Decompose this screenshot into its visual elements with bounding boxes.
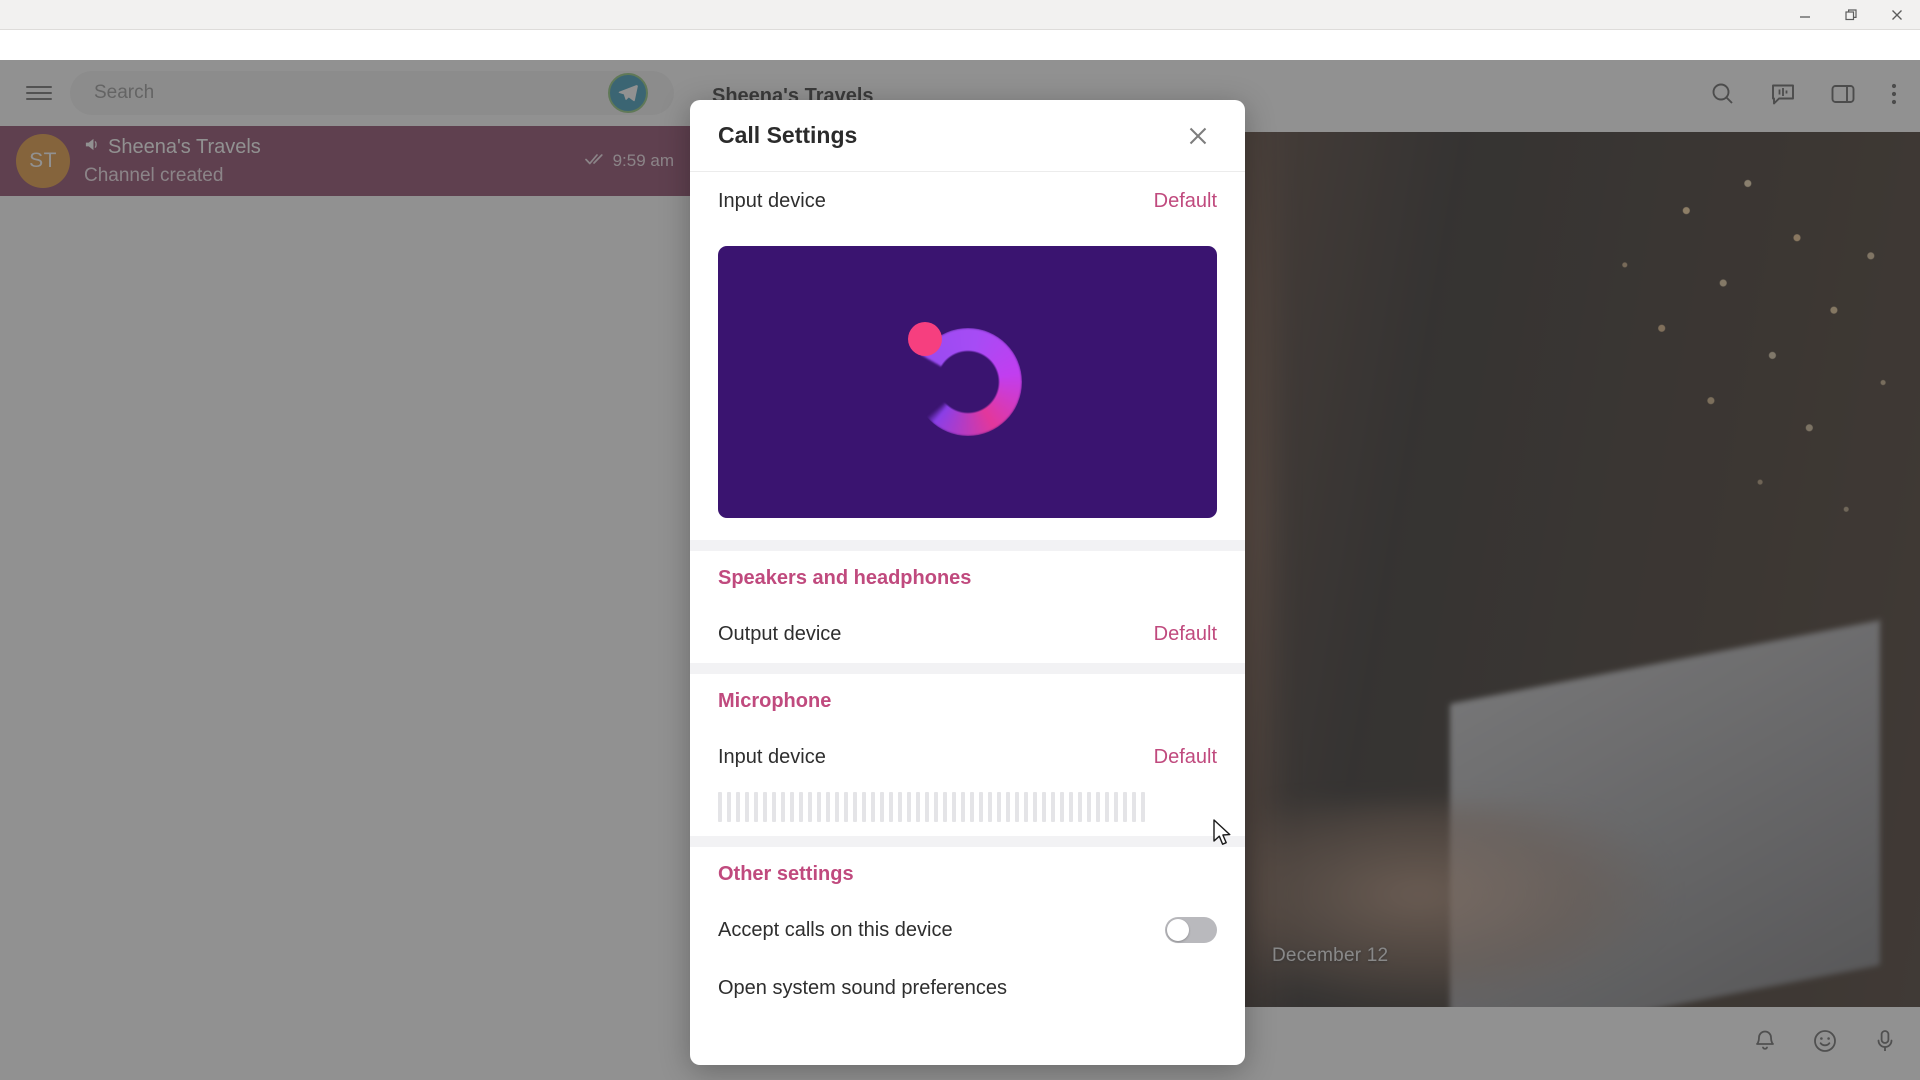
microphone-level-bar xyxy=(1105,792,1109,822)
camera-input-device-label: Input device xyxy=(718,189,826,212)
microphone-level-bar xyxy=(718,792,722,822)
speakers-section-title: Speakers and headphones xyxy=(718,566,972,589)
microphone-level-bar xyxy=(808,792,812,822)
microphone-level-bar xyxy=(1069,792,1073,822)
microphone-level-bar xyxy=(790,792,794,822)
microphone-level-bar xyxy=(853,792,857,822)
microphone-level-bar xyxy=(844,792,848,822)
microphone-level-bar xyxy=(1141,792,1145,822)
microphone-level-bar xyxy=(835,792,839,822)
microphone-level-bar xyxy=(979,792,983,822)
microphone-level-bar xyxy=(961,792,965,822)
microphone-level-meter xyxy=(718,790,1217,824)
microphone-level-bar xyxy=(763,792,767,822)
microphone-level-bar xyxy=(736,792,740,822)
microphone-section-title: Microphone xyxy=(718,689,832,712)
accept-calls-label: Accept calls on this device xyxy=(718,918,953,941)
window-minimize-button[interactable] xyxy=(1782,0,1828,30)
app-body: December 12 Channel created Sheena's Tra… xyxy=(0,30,1920,1080)
camera-input-device-value[interactable]: Default xyxy=(1154,190,1217,213)
microphone-level-bar xyxy=(826,792,830,822)
microphone-level-bar xyxy=(1060,792,1064,822)
microphone-level-bar xyxy=(925,792,929,822)
accept-calls-row[interactable]: Accept calls on this device xyxy=(690,901,1245,959)
microphone-level-bar xyxy=(1078,792,1082,822)
open-sound-preferences-row[interactable]: Open system sound preferences xyxy=(690,959,1245,1017)
microphone-level-bar xyxy=(952,792,956,822)
microphone-level-bar xyxy=(1123,792,1127,822)
microphone-level-bar xyxy=(862,792,866,822)
microphone-level-bar xyxy=(754,792,758,822)
microphone-input-device-value[interactable]: Default xyxy=(1154,746,1217,769)
microphone-level-bar xyxy=(907,792,911,822)
output-device-label: Output device xyxy=(718,622,842,645)
microphone-level-bar xyxy=(1132,792,1136,822)
microphone-input-device-row[interactable]: Input device Default xyxy=(690,728,1245,786)
microphone-level-bar xyxy=(1042,792,1046,822)
microphone-level-bar xyxy=(1033,792,1037,822)
microphone-level-bar xyxy=(898,792,902,822)
microphone-level-bar xyxy=(1015,792,1019,822)
microphone-level-bar xyxy=(916,792,920,822)
microphone-level-bar xyxy=(1024,792,1028,822)
section-divider xyxy=(690,836,1245,847)
accept-calls-toggle[interactable] xyxy=(1165,917,1217,943)
microphone-level-bar xyxy=(1006,792,1010,822)
microphone-level-bar xyxy=(943,792,947,822)
microphone-level-bar xyxy=(817,792,821,822)
microphone-level-bar xyxy=(799,792,803,822)
window-maximize-button[interactable] xyxy=(1828,0,1874,30)
microphone-level-bar xyxy=(727,792,731,822)
microphone-level-bar xyxy=(781,792,785,822)
microphone-level-bar xyxy=(970,792,974,822)
dialog-title: Call Settings xyxy=(718,122,858,148)
microphone-level-bar xyxy=(880,792,884,822)
open-sound-preferences-label[interactable]: Open system sound preferences xyxy=(718,977,1007,1000)
microphone-input-device-label: Input device xyxy=(718,745,826,768)
microphone-level-bar xyxy=(1114,792,1118,822)
microphone-level-bar xyxy=(1051,792,1055,822)
microphone-level-bar xyxy=(934,792,938,822)
other-settings-section-title: Other settings xyxy=(718,862,854,885)
dialog-header: Call Settings xyxy=(690,100,1245,172)
microphone-level-bar xyxy=(745,792,749,822)
application-window: December 12 Channel created Sheena's Tra… xyxy=(0,0,1920,1080)
microphone-level-bar xyxy=(1087,792,1091,822)
microphone-level-bar xyxy=(988,792,992,822)
window-close-button[interactable] xyxy=(1874,0,1920,30)
call-settings-dialog: Call Settings Input device Default Speak… xyxy=(690,100,1245,1065)
microphone-level-bar xyxy=(871,792,875,822)
close-icon[interactable] xyxy=(1179,117,1217,155)
loading-spinner-icon xyxy=(907,322,1022,436)
microphone-level-bar xyxy=(1096,792,1100,822)
output-device-row[interactable]: Output device Default xyxy=(690,605,1245,663)
dialog-body: Input device Default Speakers and headph… xyxy=(690,172,1245,1065)
microphone-level-bar xyxy=(997,792,1001,822)
microphone-level-bar xyxy=(772,792,776,822)
window-titlebar xyxy=(0,0,1920,30)
camera-input-device-row[interactable]: Input device Default xyxy=(690,172,1245,230)
section-divider xyxy=(690,663,1245,674)
section-divider xyxy=(690,540,1245,551)
output-device-value[interactable]: Default xyxy=(1154,623,1217,646)
microphone-level-bar xyxy=(889,792,893,822)
camera-preview xyxy=(718,246,1217,518)
